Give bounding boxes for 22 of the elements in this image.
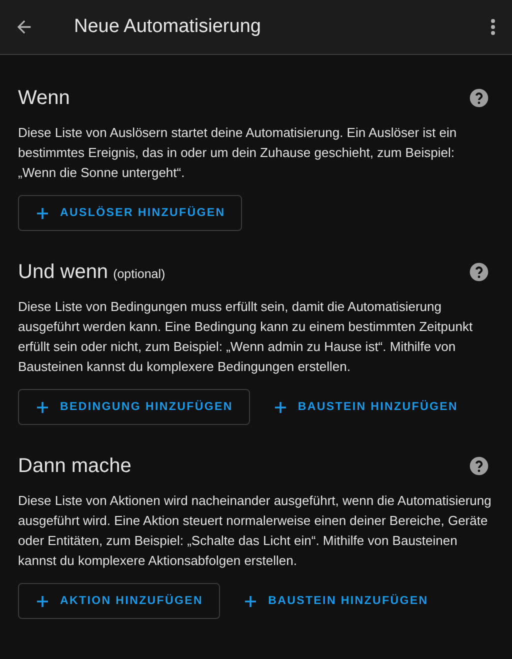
section-description: Diese Liste von Bedingungen muss erfüllt sein, damit die Automatisierung ausgeführt werden kann. Eine Bedingung kann zu einem bestimmten Zeitpunkt erfüllt sein oder nicht, zum Beispiel: „Wenn admin zu Hause ist“. Mithilfe von Bausteinen kannst du komplexere Bedingungen erstellen. bbox=[18, 298, 474, 376]
section-description: Diese Liste von Aktionen wird nacheinander ausgeführt, wenn die Automatisierung ausgeführt wird. Eine Aktion steuert normalerweise einen deiner Bereiche, Geräte oder Entitäten, zum Beispiel: „Schalte das Licht ein“. Mithilfe von Bausteinen kannst du komplexere Aktionsabfolgen erstellen. bbox=[18, 492, 492, 570]
plus-icon bbox=[37, 208, 48, 218]
add-button[interactable]: AKTION HINZUFÜGEN bbox=[18, 583, 220, 619]
section-description: Diese Liste von Auslösern startet deine Automatisierung. Ein Auslöser ist ein bestimmtes Ereignis, das in oder um dein Zuhause geschieht, zum Beispiel: „Wenn die Sonne untergeht“. bbox=[18, 124, 458, 182]
optional-label: (optional) bbox=[113, 266, 166, 280]
section-title: Wenn bbox=[18, 86, 70, 110]
add-button[interactable]: AUSLÖSER HINZUFÜGEN bbox=[18, 195, 242, 231]
page-title: Neue Automatisierung bbox=[74, 16, 262, 38]
add-button[interactable]: BAUSTEIN HINZUFÜGEN bbox=[256, 389, 476, 425]
add-button[interactable]: BEDINGUNG HINZUFÜGEN bbox=[18, 389, 250, 425]
plus-icon bbox=[37, 596, 48, 606]
section-title: Dann mache bbox=[18, 454, 132, 478]
help-icon[interactable] bbox=[468, 261, 490, 283]
plus-icon bbox=[274, 402, 286, 412]
plus-icon bbox=[245, 596, 256, 606]
more-menu-icon[interactable] bbox=[488, 17, 498, 37]
help-icon[interactable] bbox=[468, 455, 490, 477]
help-icon[interactable] bbox=[468, 87, 490, 109]
section-title: Und wenn bbox=[18, 260, 108, 284]
add-button[interactable]: BAUSTEIN HINZUFÜGEN bbox=[226, 583, 446, 619]
plus-icon bbox=[37, 402, 48, 412]
